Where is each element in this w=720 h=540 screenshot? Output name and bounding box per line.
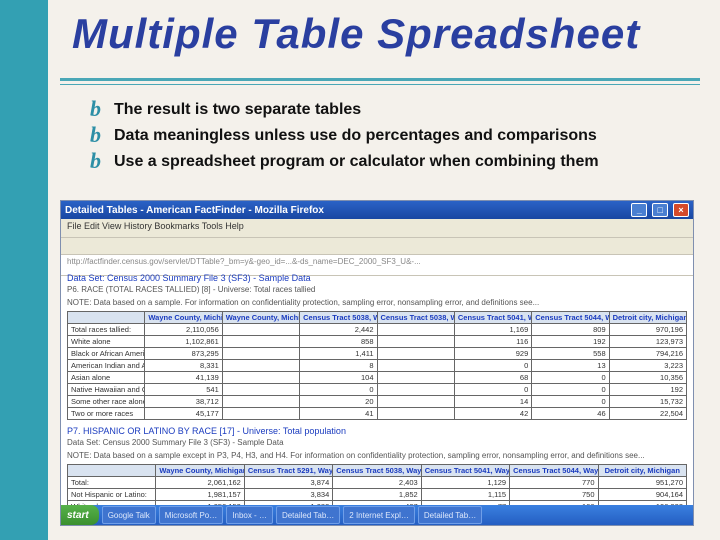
side-ribbon	[0, 0, 48, 540]
bullet-item: b Use a spreadsheet program or calculato…	[90, 152, 690, 172]
browser-toolbar[interactable]	[61, 237, 693, 255]
table-note: NOTE: Data based on a sample. For inform…	[67, 298, 687, 307]
bullet-text: The result is two separate tables	[114, 100, 361, 120]
maximize-button[interactable]: □	[652, 203, 668, 217]
bullet-glyph: b	[90, 100, 114, 118]
bullet-item: b The result is two separate tables	[90, 100, 690, 120]
ribbon-notch	[32, 128, 48, 148]
taskbar-button[interactable]: Detailed Tab…	[418, 506, 482, 524]
dataset-line: P7. HISPANIC OR LATINO BY RACE [17] - Un…	[67, 426, 687, 436]
slide: Multiple Table Spreadsheet b The result …	[0, 0, 720, 540]
bullet-list: b The result is two separate tables b Da…	[90, 100, 690, 178]
taskbar-button[interactable]: 2 Internet Expl…	[343, 506, 415, 524]
bullet-text: Use a spreadsheet program or calculator …	[114, 152, 599, 172]
table-title: P6. RACE (TOTAL RACES TALLIED) [8] - Uni…	[67, 285, 687, 294]
window-controls: _ □ ×	[629, 203, 689, 217]
browser-menubar[interactable]: File Edit View History Bookmarks Tools H…	[61, 219, 693, 237]
bullet-glyph: b	[90, 126, 114, 144]
minimize-button[interactable]: _	[631, 203, 647, 217]
ribbon-notch	[32, 30, 48, 50]
bullet-glyph: b	[90, 152, 114, 170]
taskbar-button[interactable]: Microsoft Po…	[159, 506, 223, 524]
table-note: NOTE: Data based on a sample except in P…	[67, 451, 687, 460]
ribbon-notch	[32, 108, 48, 128]
data-table-1: Wayne County, MichiganWayne County, Mich…	[67, 311, 687, 420]
window-titlebar[interactable]: Detailed Tables - American FactFinder - …	[61, 201, 693, 219]
screenshot-frame: Detailed Tables - American FactFinder - …	[60, 200, 694, 526]
bullet-item: b Data meaningless unless use do percent…	[90, 126, 690, 146]
dataset-line: Data Set: Census 2000 Summary File 3 (SF…	[67, 438, 687, 447]
taskbar-button[interactable]: Google Talk	[102, 506, 156, 524]
slide-title: Multiple Table Spreadsheet	[72, 10, 640, 58]
page-body: Data Set: Census 2000 Summary File 3 (SF…	[61, 267, 693, 505]
data-table-2: Wayne County, MichiganCensus Tract 5291,…	[67, 464, 687, 505]
ribbon-notch	[32, 148, 48, 168]
close-button[interactable]: ×	[673, 203, 689, 217]
bullet-text: Data meaningless unless use do percentag…	[114, 126, 597, 146]
dataset-line: Data Set: Census 2000 Summary File 3 (SF…	[67, 273, 687, 283]
window-title-text: Detailed Tables - American FactFinder - …	[65, 205, 324, 216]
windows-taskbar[interactable]: start Google Talk Microsoft Po… Inbox - …	[61, 505, 693, 525]
title-divider	[60, 78, 700, 86]
taskbar-button[interactable]: Detailed Tab…	[276, 506, 340, 524]
taskbar-button[interactable]: Inbox - …	[226, 506, 273, 524]
start-button[interactable]: start	[61, 505, 99, 525]
